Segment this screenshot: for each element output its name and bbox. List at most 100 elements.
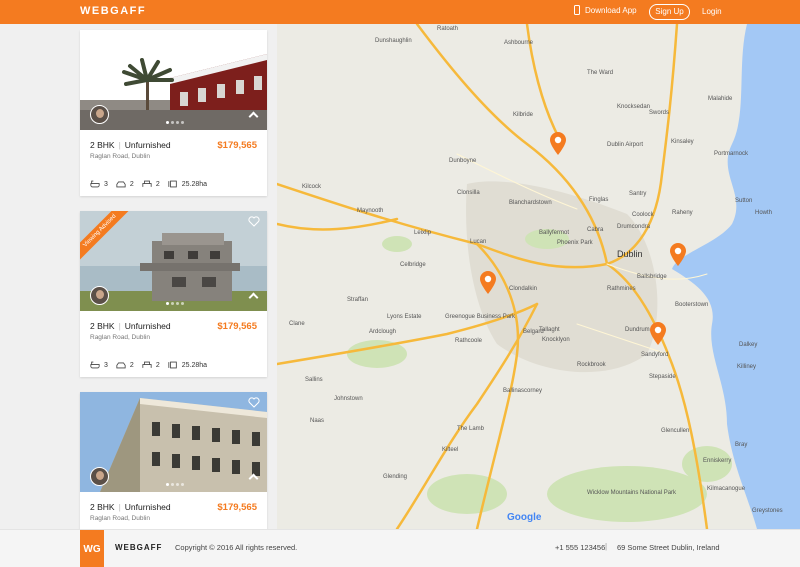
amenities: 3 2 2 25.28ha — [90, 180, 257, 188]
google-logo: Google — [507, 512, 542, 523]
listing-sidebar[interactable]: 2 BHK | Unfurnished $179,565 Raglan Road, … — [0, 24, 277, 529]
map-pin-icon[interactable] — [669, 242, 687, 266]
map-label: Dalkey — [739, 342, 758, 348]
map-label: Booterstown — [675, 302, 709, 308]
listing-card[interactable]: Viewing Advised 2 BHK | Unfurnished $179,5… — [80, 211, 267, 377]
map-label: Ratoath — [437, 26, 459, 32]
listing-price: $179,565 — [217, 321, 257, 332]
bed-count: 2 — [155, 180, 160, 188]
map-label: Ballyfermot — [539, 230, 570, 236]
footer-brand: WEBGAFF — [115, 543, 163, 552]
map-label: Clonsilla — [457, 190, 480, 196]
map-label: Ballsbridge — [637, 274, 667, 280]
map-label: Killiney — [737, 364, 757, 370]
listing-furnishing: Unfurnished — [124, 502, 171, 512]
bathtub-icon — [90, 361, 100, 369]
download-app-link[interactable]: Download App — [574, 5, 637, 15]
agent-avatar[interactable] — [90, 105, 109, 124]
heart-icon[interactable] — [248, 35, 260, 46]
map-label: Sutton — [735, 198, 753, 204]
map-label: Bray — [735, 442, 748, 448]
agent-avatar[interactable] — [90, 286, 109, 305]
map-label: Malahide — [708, 96, 733, 102]
listing-type: 2 BHK — [90, 140, 115, 150]
listing-card[interactable]: 2 BHK | Unfurnished $179,565 Raglan Road, … — [80, 30, 267, 196]
map-label: Knocklyon — [542, 337, 570, 343]
parking-count: 2 — [129, 180, 134, 188]
footer-logo[interactable]: WG — [80, 530, 104, 567]
footer: WG WEBGAFF Copyright © 2016 All rights r… — [0, 529, 800, 567]
listing-photo[interactable] — [80, 392, 267, 492]
listing-address: Raglan Road, Dublin — [90, 515, 150, 522]
heart-icon[interactable] — [248, 397, 260, 408]
map-label: Lyons Estate — [387, 314, 422, 320]
map-label: Leixlip — [414, 230, 432, 236]
top-nav: WEBGAFF Download App Sign Up Login — [0, 0, 800, 24]
map-label: The Ward — [587, 70, 614, 76]
map-label: Dunshaughlin — [375, 38, 412, 44]
map-label: Coolock — [632, 212, 654, 218]
login-link[interactable]: Login — [702, 7, 722, 16]
map-label: Sandyford — [641, 352, 669, 358]
map-label: Stepaside — [649, 374, 676, 380]
listing-card[interactable]: 2 BHK | Unfurnished $179,565 Raglan Road, … — [80, 392, 267, 529]
map-label: Rathcoole — [455, 338, 483, 344]
map-label: Naas — [310, 418, 325, 424]
map-label: Raheny — [672, 210, 693, 216]
map-label: Ashbourne — [504, 40, 534, 46]
map-label: Enniskerry — [703, 458, 732, 464]
map-label: Cabra — [587, 227, 604, 233]
map-label: Glending — [383, 474, 408, 480]
listing-photo[interactable]: Viewing Advised — [80, 211, 267, 311]
map-label: Dublin Airport — [607, 142, 644, 148]
bath-count: 3 — [104, 180, 108, 188]
map-label: Kilbride — [513, 112, 534, 118]
map-label: Lucan — [470, 239, 487, 245]
parking-count: 2 — [129, 361, 134, 369]
car-icon — [116, 362, 126, 369]
carousel-dots[interactable] — [166, 302, 184, 305]
area-icon — [168, 180, 177, 188]
listing-details: 2 BHK | Unfurnished $179,565 Raglan Road, … — [90, 502, 257, 522]
listing-furnishing: Unfurnished — [124, 140, 171, 150]
area-icon — [168, 361, 177, 369]
heart-icon[interactable] — [248, 216, 260, 227]
listing-details: 2 BHK | Unfurnished $179,565 Raglan Road, … — [90, 140, 257, 188]
map-label: Kilmacanogue — [707, 486, 746, 492]
map-pin-icon[interactable] — [549, 131, 567, 155]
listing-address: Raglan Road, Dublin — [90, 334, 150, 341]
map-label: The Lamb — [457, 426, 485, 432]
carousel-dots[interactable] — [166, 121, 184, 124]
map-label: Greenogue Business Park — [445, 314, 516, 320]
map-city-label: Dublin — [617, 249, 643, 259]
map-label: Sallins — [305, 377, 323, 383]
footer-address: 69 Some Street Dublin, Ireland — [617, 543, 720, 552]
listing-type: 2 BHK — [90, 321, 115, 331]
map-label: Rockbrook — [577, 362, 606, 368]
listing-address: Raglan Road, Dublin — [90, 153, 150, 160]
signup-button[interactable]: Sign Up — [649, 4, 690, 20]
listing-furnishing: Unfurnished — [124, 321, 171, 331]
agent-avatar[interactable] — [90, 467, 109, 486]
map-label: Kilteel — [442, 447, 459, 453]
map-label: Celbridge — [400, 262, 426, 268]
map-label: Greystones — [752, 508, 783, 514]
map-pin-icon[interactable] — [649, 321, 667, 345]
map-label: Ballinascorney — [503, 388, 543, 394]
map-label: Maynooth — [357, 208, 384, 214]
map-label: Howth — [755, 210, 773, 216]
phone-icon — [574, 5, 580, 15]
map-label: Santry — [629, 191, 647, 197]
map-label: Ardclough — [369, 329, 397, 335]
area-value: 25.28ha — [181, 180, 208, 188]
map-label: Blanchardstown — [509, 200, 552, 206]
map-label: Swords — [649, 110, 670, 116]
property-map[interactable]: Dunshaughlin Ratoath Ashbourne Swords Ma… — [277, 24, 800, 529]
listing-photo[interactable] — [80, 30, 267, 130]
listing-price: $179,565 — [217, 140, 257, 151]
footer-phone[interactable]: +1 555 123456 — [555, 543, 605, 552]
brand-logo[interactable]: WEBGAFF — [80, 5, 146, 17]
map-label: Belgard — [523, 329, 544, 335]
map-pin-icon[interactable] — [479, 270, 497, 294]
carousel-dots[interactable] — [166, 483, 184, 486]
